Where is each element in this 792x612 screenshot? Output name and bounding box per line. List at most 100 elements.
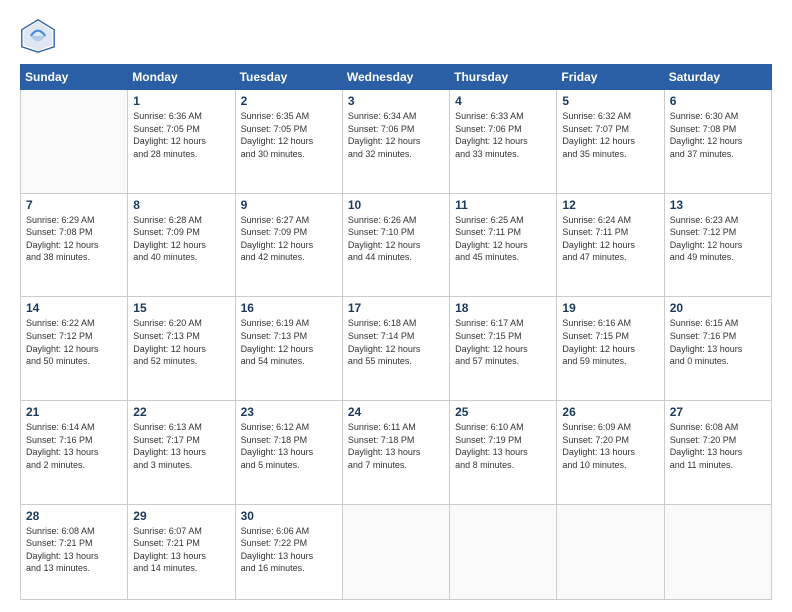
day-cell	[21, 90, 128, 194]
day-info: Sunrise: 6:28 AM Sunset: 7:09 PM Dayligh…	[133, 214, 229, 264]
day-number: 23	[241, 405, 337, 419]
day-cell	[342, 504, 449, 599]
day-cell	[450, 504, 557, 599]
day-cell: 10Sunrise: 6:26 AM Sunset: 7:10 PM Dayli…	[342, 193, 449, 297]
day-number: 9	[241, 198, 337, 212]
day-info: Sunrise: 6:11 AM Sunset: 7:18 PM Dayligh…	[348, 421, 444, 471]
day-info: Sunrise: 6:23 AM Sunset: 7:12 PM Dayligh…	[670, 214, 766, 264]
day-info: Sunrise: 6:13 AM Sunset: 7:17 PM Dayligh…	[133, 421, 229, 471]
day-cell: 24 Sunrise: 6:11 AM Sunset: 7:18 PM Dayli…	[342, 401, 449, 505]
day-number: 22	[133, 405, 229, 419]
day-number: 24	[348, 405, 444, 419]
day-cell: 12 Sunrise: 6:24 AM Sunset: 7:11 PM Dayli…	[557, 193, 664, 297]
day-cell: 4 Sunrise: 6:33 AM Sunset: 7:06 PM Daylig…	[450, 90, 557, 194]
day-cell: 22 Sunrise: 6:13 AM Sunset: 7:17 PM Dayli…	[128, 401, 235, 505]
day-info: Sunrise: 6:33 AM Sunset: 7:06 PM Dayligh…	[455, 110, 551, 160]
day-number: 25	[455, 405, 551, 419]
day-cell: 19Sunrise: 6:16 AM Sunset: 7:15 PM Dayli…	[557, 297, 664, 401]
day-cell: 16 Sunrise: 6:19 AM Sunset: 7:13 PM Dayli…	[235, 297, 342, 401]
week-row-3: 14 Sunrise: 6:22 AM Sunset: 7:12 PM Dayli…	[21, 297, 772, 401]
day-info: Sunrise: 6:25 AM Sunset: 7:11 PM Dayligh…	[455, 214, 551, 264]
day-info: Sunrise: 6:06 AM Sunset: 7:22 PM Dayligh…	[241, 525, 337, 575]
day-number: 4	[455, 94, 551, 108]
day-cell: 9 Sunrise: 6:27 AM Sunset: 7:09 PM Daylig…	[235, 193, 342, 297]
day-cell: 2 Sunrise: 6:35 AM Sunset: 7:05 PM Daylig…	[235, 90, 342, 194]
day-info: Sunrise: 6:35 AM Sunset: 7:05 PM Dayligh…	[241, 110, 337, 160]
day-cell	[664, 504, 771, 599]
day-number: 18	[455, 301, 551, 315]
day-cell: 20 Sunrise: 6:15 AM Sunset: 7:16 PM Dayli…	[664, 297, 771, 401]
day-cell: 25 Sunrise: 6:10 AM Sunset: 7:19 PM Dayli…	[450, 401, 557, 505]
day-info: Sunrise: 6:15 AM Sunset: 7:16 PM Dayligh…	[670, 317, 766, 367]
day-info: Sunrise: 6:22 AM Sunset: 7:12 PM Dayligh…	[26, 317, 122, 367]
day-number: 30	[241, 509, 337, 523]
day-info: Sunrise: 6:27 AM Sunset: 7:09 PM Dayligh…	[241, 214, 337, 264]
day-info: Sunrise: 6:12 AM Sunset: 7:18 PM Dayligh…	[241, 421, 337, 471]
day-cell: 6Sunrise: 6:30 AM Sunset: 7:08 PM Daylig…	[664, 90, 771, 194]
day-info: Sunrise: 6:19 AM Sunset: 7:13 PM Dayligh…	[241, 317, 337, 367]
day-cell: 30 Sunrise: 6:06 AM Sunset: 7:22 PM Dayli…	[235, 504, 342, 599]
day-info: Sunrise: 6:24 AM Sunset: 7:11 PM Dayligh…	[562, 214, 658, 264]
day-info: Sunrise: 6:34 AM Sunset: 7:06 PM Dayligh…	[348, 110, 444, 160]
day-number: 21	[26, 405, 122, 419]
day-info: Sunrise: 6:14 AM Sunset: 7:16 PM Dayligh…	[26, 421, 122, 471]
day-cell: 13 Sunrise: 6:23 AM Sunset: 7:12 PM Dayli…	[664, 193, 771, 297]
weekday-monday: Monday	[128, 65, 235, 90]
weekday-friday: Friday	[557, 65, 664, 90]
logo	[20, 18, 60, 54]
day-info: Sunrise: 6:09 AM Sunset: 7:20 PM Dayligh…	[562, 421, 658, 471]
calendar-table: SundayMondayTuesdayWednesdayThursdayFrid…	[20, 64, 772, 600]
week-row-2: 7 Sunrise: 6:29 AM Sunset: 7:08 PM Daylig…	[21, 193, 772, 297]
day-info: Sunrise: 6:32 AM Sunset: 7:07 PM Dayligh…	[562, 110, 658, 160]
day-info: Sunrise: 6:10 AM Sunset: 7:19 PM Dayligh…	[455, 421, 551, 471]
day-cell: 15Sunrise: 6:20 AM Sunset: 7:13 PM Dayli…	[128, 297, 235, 401]
day-number: 14	[26, 301, 122, 315]
day-number: 11	[455, 198, 551, 212]
day-cell: 7 Sunrise: 6:29 AM Sunset: 7:08 PM Daylig…	[21, 193, 128, 297]
day-number: 8	[133, 198, 229, 212]
day-number: 13	[670, 198, 766, 212]
logo-icon	[20, 18, 56, 54]
day-number: 20	[670, 301, 766, 315]
day-info: Sunrise: 6:08 AM Sunset: 7:21 PM Dayligh…	[26, 525, 122, 575]
day-info: Sunrise: 6:16 AM Sunset: 7:15 PM Dayligh…	[562, 317, 658, 367]
day-cell: 11 Sunrise: 6:25 AM Sunset: 7:11 PM Dayli…	[450, 193, 557, 297]
day-number: 26	[562, 405, 658, 419]
day-info: Sunrise: 6:36 AM Sunset: 7:05 PM Dayligh…	[133, 110, 229, 160]
day-cell: 28 Sunrise: 6:08 AM Sunset: 7:21 PM Dayli…	[21, 504, 128, 599]
day-info: Sunrise: 6:26 AM Sunset: 7:10 PM Dayligh…	[348, 214, 444, 264]
day-number: 29	[133, 509, 229, 523]
day-cell: 21 Sunrise: 6:14 AM Sunset: 7:16 PM Dayli…	[21, 401, 128, 505]
day-number: 28	[26, 509, 122, 523]
day-number: 1	[133, 94, 229, 108]
header	[20, 18, 772, 54]
weekday-saturday: Saturday	[664, 65, 771, 90]
day-cell: 3Sunrise: 6:34 AM Sunset: 7:06 PM Daylig…	[342, 90, 449, 194]
weekday-sunday: Sunday	[21, 65, 128, 90]
day-cell	[557, 504, 664, 599]
week-row-5: 28 Sunrise: 6:08 AM Sunset: 7:21 PM Dayli…	[21, 504, 772, 599]
day-cell: 26 Sunrise: 6:09 AM Sunset: 7:20 PM Dayli…	[557, 401, 664, 505]
day-info: Sunrise: 6:20 AM Sunset: 7:13 PM Dayligh…	[133, 317, 229, 367]
day-cell: 29Sunrise: 6:07 AM Sunset: 7:21 PM Dayli…	[128, 504, 235, 599]
weekday-tuesday: Tuesday	[235, 65, 342, 90]
week-row-4: 21 Sunrise: 6:14 AM Sunset: 7:16 PM Dayli…	[21, 401, 772, 505]
day-info: Sunrise: 6:17 AM Sunset: 7:15 PM Dayligh…	[455, 317, 551, 367]
day-number: 27	[670, 405, 766, 419]
day-info: Sunrise: 6:18 AM Sunset: 7:14 PM Dayligh…	[348, 317, 444, 367]
day-number: 6	[670, 94, 766, 108]
day-info: Sunrise: 6:08 AM Sunset: 7:20 PM Dayligh…	[670, 421, 766, 471]
weekday-header-row: SundayMondayTuesdayWednesdayThursdayFrid…	[21, 65, 772, 90]
day-number: 7	[26, 198, 122, 212]
day-info: Sunrise: 6:29 AM Sunset: 7:08 PM Dayligh…	[26, 214, 122, 264]
day-cell: 27 Sunrise: 6:08 AM Sunset: 7:20 PM Dayli…	[664, 401, 771, 505]
day-number: 12	[562, 198, 658, 212]
weekday-thursday: Thursday	[450, 65, 557, 90]
day-number: 16	[241, 301, 337, 315]
day-number: 2	[241, 94, 337, 108]
day-cell: 5Sunrise: 6:32 AM Sunset: 7:07 PM Daylig…	[557, 90, 664, 194]
week-row-1: 1 Sunrise: 6:36 AM Sunset: 7:05 PM Daylig…	[21, 90, 772, 194]
day-cell: 17Sunrise: 6:18 AM Sunset: 7:14 PM Dayli…	[342, 297, 449, 401]
page: SundayMondayTuesdayWednesdayThursdayFrid…	[0, 0, 792, 612]
weekday-wednesday: Wednesday	[342, 65, 449, 90]
